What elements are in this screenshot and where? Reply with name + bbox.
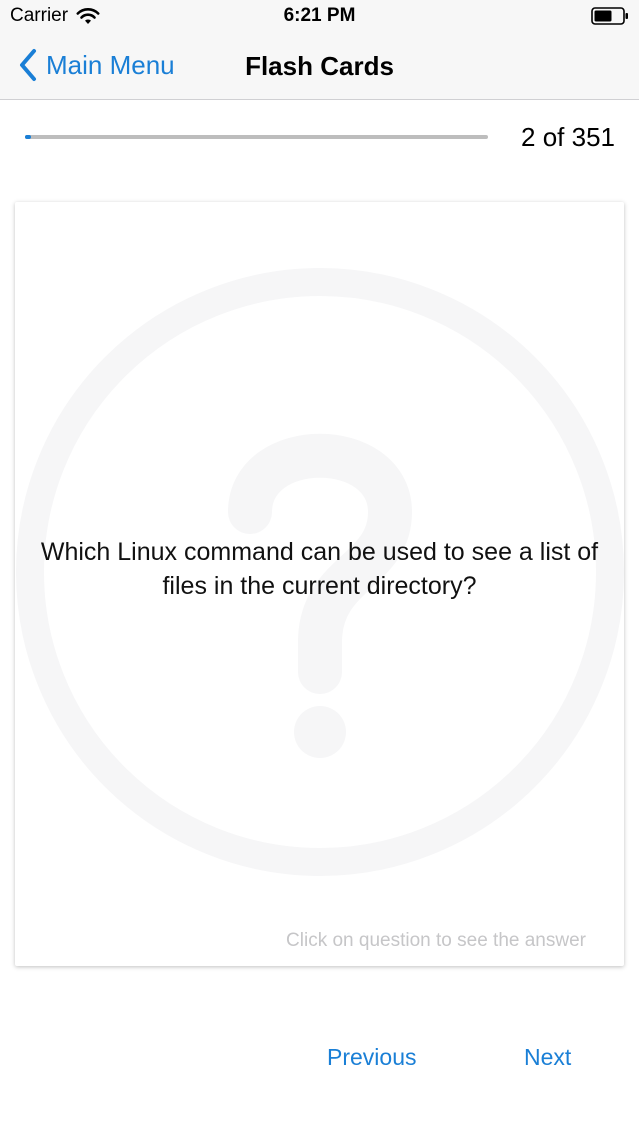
card-question: Which Linux command can be used to see a…: [40, 538, 599, 600]
previous-button[interactable]: Previous: [327, 1044, 416, 1071]
status-time: 6:21 PM: [283, 5, 356, 26]
progress-bar-fill: [25, 135, 31, 139]
card-hint: Click on question to see the answer: [286, 930, 586, 951]
status-bar: Carrier 6:21 PM: [0, 0, 639, 34]
next-button[interactable]: Next: [524, 1044, 571, 1071]
page-title: Flash Cards: [245, 51, 394, 81]
progress-bar: [25, 135, 488, 139]
battery-icon: [591, 7, 628, 25]
flash-card[interactable]: Which Linux command can be used to see a…: [15, 202, 624, 966]
navigation-bar: Main Menu Flash Cards: [0, 34, 639, 100]
progress-counter: 2 of 351: [521, 122, 615, 152]
